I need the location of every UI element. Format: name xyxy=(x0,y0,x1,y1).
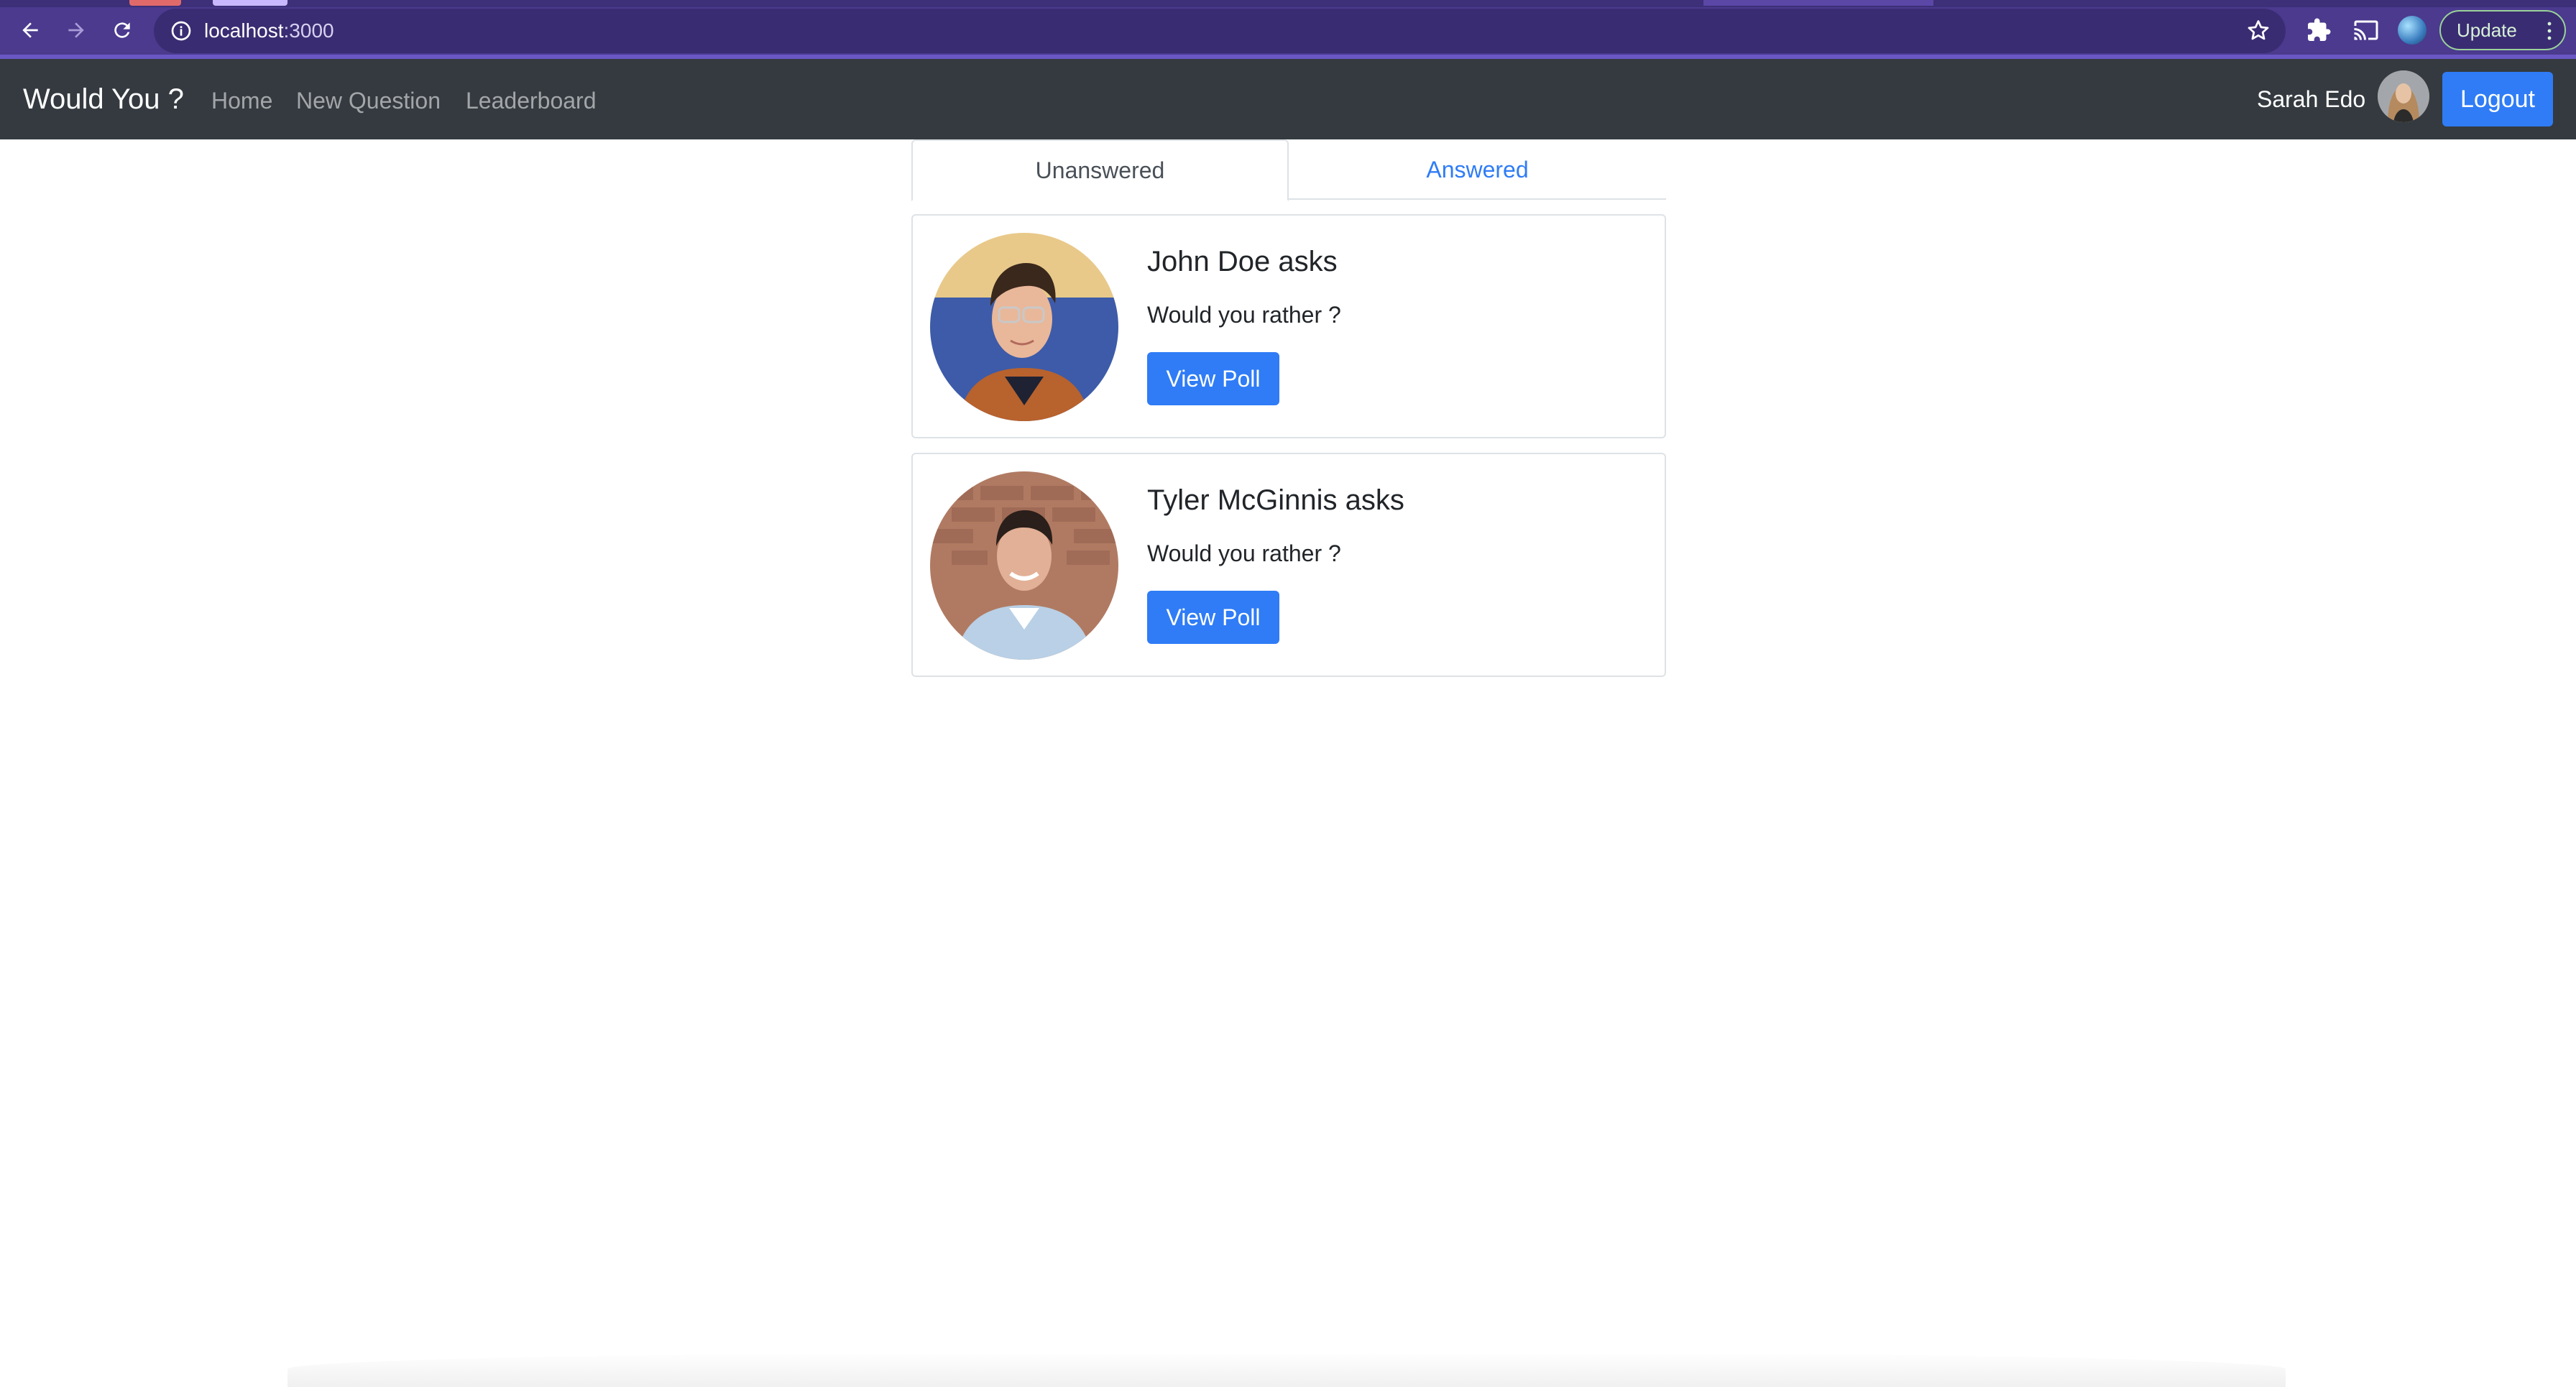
cast-icon[interactable] xyxy=(2353,17,2379,43)
question-text: Would you rather ? xyxy=(1147,540,1341,566)
tab-unanswered[interactable]: Unanswered xyxy=(911,139,1289,201)
url-host: localhost xyxy=(204,19,284,42)
more-vert-icon xyxy=(2547,22,2552,40)
extensions-puzzle-icon[interactable] xyxy=(2306,17,2332,43)
browser-tab[interactable] xyxy=(129,0,181,6)
update-label: Update xyxy=(2457,19,2517,41)
tab-answered[interactable]: Answered xyxy=(1289,139,1666,200)
page-bottom-shadow xyxy=(288,1351,2286,1387)
info-icon[interactable] xyxy=(170,19,193,42)
browser-toolbar: localhost:3000 Update xyxy=(0,0,2576,59)
view-poll-button[interactable]: View Poll xyxy=(1147,352,1279,405)
tab-strip xyxy=(0,0,2576,7)
url-text: localhost:3000 xyxy=(204,19,334,43)
bookmark-star-icon[interactable] xyxy=(2245,18,2271,44)
nav-link-home[interactable]: Home xyxy=(211,86,272,115)
browser-profile-avatar[interactable] xyxy=(2398,16,2426,45)
question-author: John Doe asks xyxy=(1147,246,1338,277)
question-card: Tyler McGinnis asks Would you rather ? V… xyxy=(911,453,1666,677)
url-port: :3000 xyxy=(283,19,334,42)
author-avatar xyxy=(930,471,1118,660)
address-bar[interactable]: localhost:3000 xyxy=(154,9,2286,53)
question-author: Tyler McGinnis asks xyxy=(1147,484,1404,516)
current-user-name: Sarah Edo xyxy=(2257,86,2366,112)
view-poll-button[interactable]: View Poll xyxy=(1147,591,1279,644)
question-text: Would you rather ? xyxy=(1147,302,1341,328)
nav-link-new-question[interactable]: New Question xyxy=(296,86,441,115)
browser-update-button[interactable]: Update xyxy=(2439,10,2566,50)
browser-tab-active[interactable] xyxy=(213,0,288,6)
forward-icon[interactable] xyxy=(62,16,91,45)
logout-button[interactable]: Logout xyxy=(2442,72,2553,126)
browser-tab[interactable] xyxy=(1703,0,1933,6)
app-navbar: Would You ? Home New Question Leaderboar… xyxy=(0,59,2576,139)
question-tabs: Unanswered Answered xyxy=(911,139,1666,201)
reload-icon[interactable] xyxy=(108,16,137,45)
author-avatar xyxy=(930,233,1118,421)
brand-title[interactable]: Would You ? xyxy=(23,82,184,116)
nav-link-leaderboard[interactable]: Leaderboard xyxy=(466,86,596,115)
current-user-avatar xyxy=(2378,70,2429,122)
question-card: John Doe asks Would you rather ? View Po… xyxy=(911,214,1666,438)
back-icon[interactable] xyxy=(16,16,45,45)
